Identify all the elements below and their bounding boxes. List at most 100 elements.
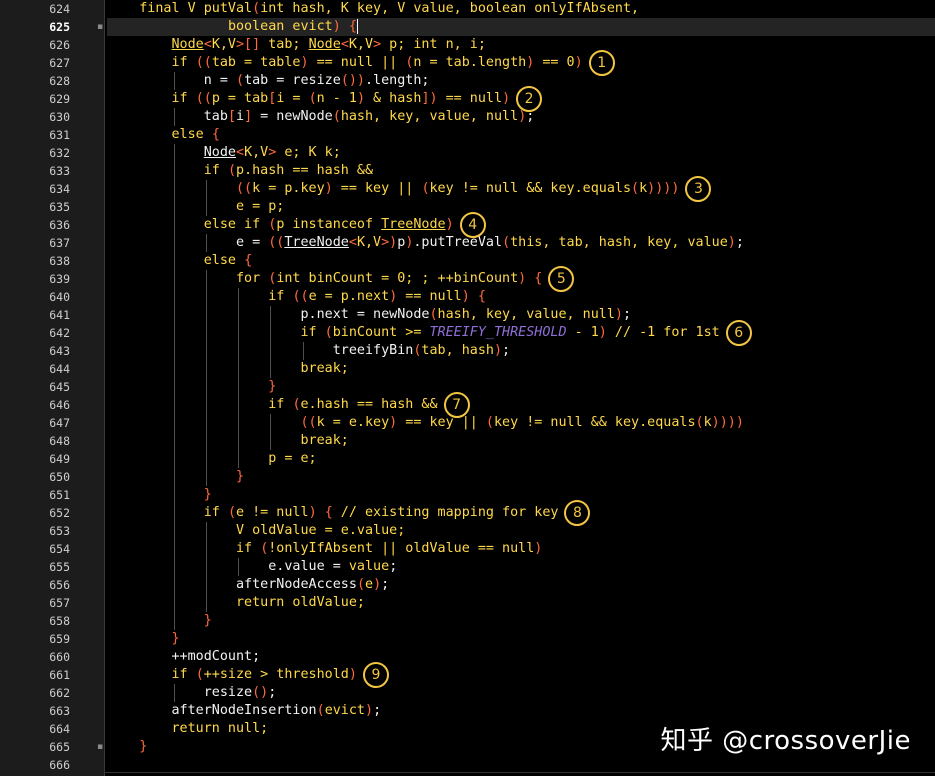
code-line[interactable]: p.next = newNode(hash, key, value, null)…	[107, 306, 935, 324]
code-token: p; int n, i;	[381, 37, 486, 52]
code-token: // -1 for 1st	[606, 325, 720, 340]
code-token: return null;	[171, 721, 269, 736]
code-line[interactable]: if (!onlyIfAbsent || oldValue == null)	[107, 540, 935, 558]
code-line[interactable]: else if (p instanceof TreeNode)	[107, 216, 935, 234]
code-token: (	[631, 181, 640, 196]
code-line[interactable]: final V putVal(int hash, K key, V value,…	[107, 0, 935, 18]
code-line[interactable]: Node<K,V>[] tab; Node<K,V> p; int n, i;	[107, 36, 935, 54]
annotation-badge: 7	[443, 392, 470, 418]
code-token: Node	[171, 37, 204, 52]
code-token: - 1	[566, 325, 599, 340]
code-line[interactable]: ++modCount;	[107, 648, 935, 666]
indent-guide	[205, 450, 207, 468]
code-line[interactable]: ((k = p.key) == key || (key != null && k…	[107, 180, 935, 198]
code-token: if	[236, 541, 261, 556]
annotation-badge: 4	[459, 212, 486, 238]
code-token: hash, key, value, null	[340, 109, 519, 124]
code-line[interactable]: afterNodeAccess(e);	[107, 576, 935, 594]
code-token: [	[227, 109, 236, 124]
code-line[interactable]: break;	[107, 432, 935, 450]
code-token: )	[332, 19, 341, 34]
code-token: (	[324, 325, 333, 340]
code-token: p = tab	[211, 91, 269, 106]
code-line[interactable]: ((k = e.key) == key || (key != null && k…	[107, 414, 935, 432]
code-token: == 0	[534, 55, 575, 70]
code-token: )	[300, 55, 309, 70]
code-token: == key ||	[397, 415, 486, 430]
code-line[interactable]: e = ((TreeNode<K,V>)p).putTreeVal(this, …	[107, 234, 935, 252]
code-line[interactable]: if (++size > threshold)	[107, 666, 935, 684]
code-token: >)	[381, 235, 398, 250]
code-line[interactable]: afterNodeInsertion(evict);	[107, 702, 935, 720]
indent-guide	[173, 684, 175, 702]
code-line[interactable]: tab[i] = newNode(hash, key, value, null)…	[107, 108, 935, 126]
code-token: binCount >=	[332, 325, 430, 340]
code-token: ]	[244, 109, 253, 124]
code-line[interactable]: Node<K,V> e; K k;	[107, 144, 935, 162]
code-line[interactable]: return oldValue;	[107, 594, 935, 612]
code-line[interactable]: boolean evict) {	[107, 18, 935, 36]
code-token: {	[534, 271, 543, 286]
code-line[interactable]: }	[107, 486, 935, 504]
code-token: resize	[203, 685, 253, 700]
text-cursor	[356, 18, 358, 34]
line-number: 634	[49, 182, 70, 196]
code-token: if	[268, 289, 293, 304]
code-line[interactable]: V oldValue = e.value;	[107, 522, 935, 540]
code-token: )	[348, 667, 357, 682]
code-line[interactable]: if ((tab = table) == null || (n = tab.le…	[107, 54, 935, 72]
code-token: TreeNode	[381, 217, 446, 232]
code-line[interactable]: if (e.hash == hash &&	[107, 396, 935, 414]
indent-guide	[205, 558, 207, 576]
code-line[interactable]: }	[107, 612, 935, 630]
code-token: )	[502, 91, 511, 106]
indent-guide	[173, 468, 175, 486]
code-line[interactable]: for (int binCount = 0; ; ++binCount) {	[107, 270, 935, 288]
code-token: final V putVal	[139, 1, 253, 16]
code-line[interactable]: if (binCount >= TREEIFY_THRESHOLD - 1) /…	[107, 324, 935, 342]
code-line[interactable]: if (e != null) { // existing mapping for…	[107, 504, 935, 522]
indent-guide	[270, 306, 272, 324]
code-line[interactable]: if (p.hash == hash &&	[107, 162, 935, 180]
code-line[interactable]: treeifyBin(tab, hash);	[107, 342, 935, 360]
code-editor[interactable]: 624 625 626 627 628 629 630 631 632 633 634 635 636 6…	[0, 0, 935, 776]
code-line[interactable]: resize();	[107, 684, 935, 702]
code-line[interactable]: if ((e = p.next) == null) {	[107, 288, 935, 306]
code-token: n - 1	[316, 91, 357, 106]
code-token: (	[356, 577, 365, 592]
code-token: )	[365, 703, 374, 718]
code-line[interactable]: else {	[107, 252, 935, 270]
line-number: 629	[49, 92, 70, 106]
code-token: == key ||	[332, 181, 422, 196]
line-number: 631	[49, 128, 70, 142]
indent-guide	[173, 594, 175, 612]
indent-guide	[238, 306, 240, 324]
code-token: == null	[437, 91, 503, 106]
code-token: e; K k;	[276, 145, 341, 160]
indent-guide	[205, 234, 207, 252]
code-token: ++modCount;	[171, 649, 261, 664]
fold-collapse-icon[interactable]: ▪	[96, 23, 104, 32]
code-line[interactable]: e = p;	[107, 198, 935, 216]
indent-guide	[238, 558, 240, 576]
code-line[interactable]: else {	[107, 126, 935, 144]
code-token: ;	[268, 685, 277, 700]
indent-guide	[173, 396, 175, 414]
code-token: (	[236, 73, 245, 88]
code-line[interactable]: break;	[107, 360, 935, 378]
code-line[interactable]: }	[107, 630, 935, 648]
code-token: break;	[300, 433, 349, 448]
code-token: else	[203, 253, 245, 268]
line-number: 653	[49, 524, 70, 538]
code-line[interactable]: e.value = value;	[107, 558, 935, 576]
code-line[interactable]: }	[107, 378, 935, 396]
indent-guide	[173, 522, 175, 540]
code-token: == null ||	[308, 55, 406, 70]
code-line[interactable]: p = e;	[107, 450, 935, 468]
code-token: (	[316, 703, 325, 718]
code-token: {	[348, 19, 357, 34]
indent-guide	[173, 198, 175, 216]
fold-end-icon[interactable]: ▪	[96, 743, 104, 752]
code-line[interactable]: }	[107, 468, 935, 486]
line-number: 638	[49, 254, 70, 268]
